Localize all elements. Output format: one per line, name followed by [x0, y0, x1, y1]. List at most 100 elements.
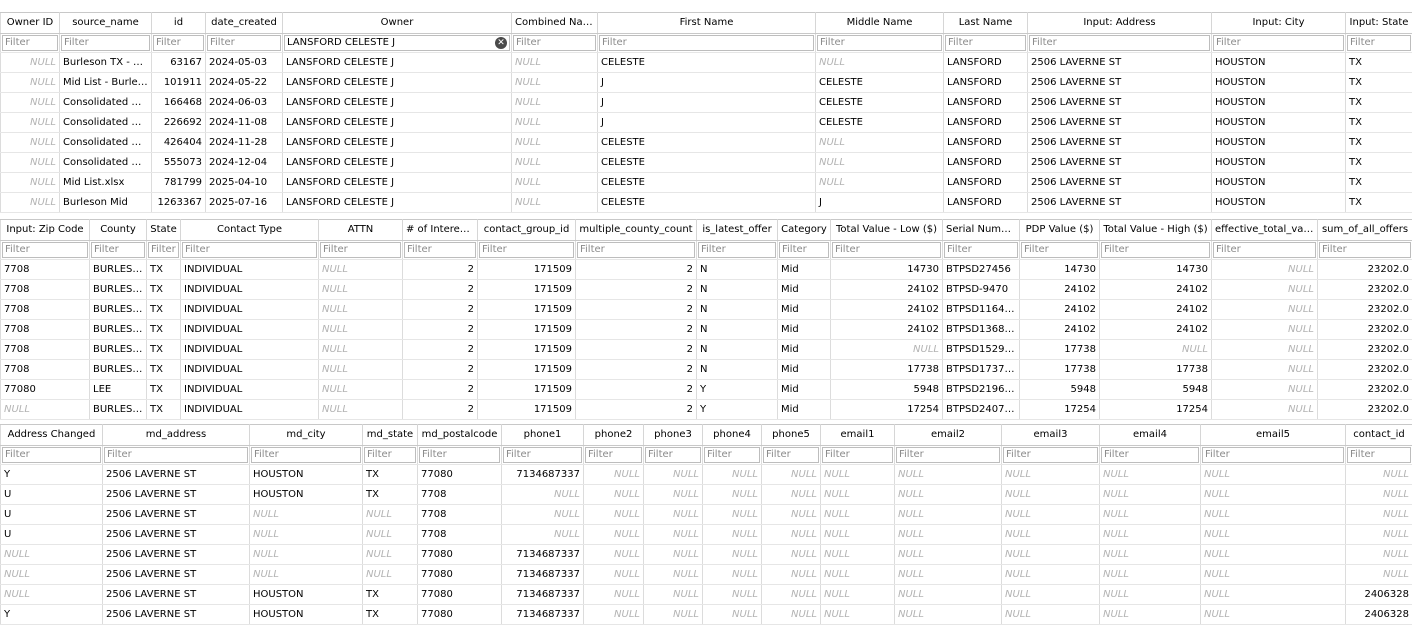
null-cell[interactable]: NULL — [643, 564, 703, 585]
filter-input-md-postalcode[interactable]: Filter — [419, 447, 500, 463]
filter-input-md-address[interactable]: Filter — [104, 447, 248, 463]
null-cell[interactable]: NULL — [511, 52, 598, 73]
null-cell[interactable]: NULL — [815, 152, 944, 173]
column-header-multiple-county-count[interactable]: multiple_county_count — [575, 219, 697, 241]
cell-source-name[interactable]: Burleson Mid — [59, 192, 152, 213]
cell-owner[interactable]: LANSFORD CELESTE J — [282, 112, 512, 133]
filter-input-sum-of-all-offers[interactable]: Filter — [1319, 242, 1411, 258]
filter-input-phone2[interactable]: Filter — [585, 447, 642, 463]
cell-of-interests[interactable]: 2 — [402, 339, 478, 360]
table-row[interactable]: 7708 BURLESON TX INDIVIDUAL NULL 2 171509 2 N Mid… — [0, 359, 1412, 380]
null-cell[interactable]: NULL — [894, 464, 1002, 485]
cell-source-name[interactable]: Consolidated Mid... — [59, 92, 152, 113]
cell-id[interactable]: 166468 — [151, 92, 206, 113]
table-row[interactable]: 7708 BURLESON TX INDIVIDUAL NULL 2 171509 2 N Mid… — [0, 279, 1412, 300]
cell-last-name[interactable]: LANSFORD — [943, 172, 1028, 193]
null-cell[interactable]: NULL — [318, 299, 403, 320]
null-cell[interactable]: NULL — [894, 604, 1002, 625]
cell-county[interactable]: LEE — [89, 379, 147, 400]
cell-total-value-high[interactable]: 24102 — [1099, 299, 1212, 320]
cell-md-postalcode[interactable]: 7708 — [417, 484, 502, 505]
filter-input-pdp-value[interactable]: Filter — [1021, 242, 1098, 258]
null-cell[interactable]: NULL — [318, 359, 403, 380]
null-cell[interactable]: NULL — [1200, 544, 1346, 565]
cell-pdp-value[interactable]: 24102 — [1019, 319, 1100, 340]
column-header-total-value-high[interactable]: Total Value - High ($) — [1099, 219, 1212, 241]
null-cell[interactable]: NULL — [761, 584, 821, 605]
filter-input-phone1[interactable]: Filter — [503, 447, 582, 463]
cell-serial-number[interactable]: BTPSD116465 — [942, 299, 1020, 320]
column-header-last-name[interactable]: Last Name — [943, 12, 1028, 34]
cell-md-address[interactable]: 2506 LAVERNE ST — [102, 524, 250, 545]
cell-input-address[interactable]: 2506 LAVERNE ST — [1027, 112, 1212, 133]
filter-input-phone3[interactable]: Filter — [645, 447, 701, 463]
cell-contact-type[interactable]: INDIVIDUAL — [180, 259, 319, 280]
null-cell[interactable]: NULL — [1099, 464, 1201, 485]
cell-pdp-value[interactable]: 24102 — [1019, 279, 1100, 300]
column-header-md-state[interactable]: md_state — [362, 424, 418, 446]
null-cell[interactable]: NULL — [820, 544, 895, 565]
null-cell[interactable]: NULL — [1099, 504, 1201, 525]
null-cell[interactable]: NULL — [761, 564, 821, 585]
null-cell[interactable]: NULL — [1211, 339, 1318, 360]
filter-input-email3[interactable]: Filter — [1003, 447, 1098, 463]
cell-category[interactable]: Mid — [777, 379, 831, 400]
null-cell[interactable]: NULL — [761, 544, 821, 565]
cell-is-latest-offer[interactable]: N — [696, 359, 778, 380]
filter-input-county[interactable]: Filter — [91, 242, 145, 258]
null-cell[interactable]: NULL — [702, 564, 762, 585]
filter-input-effective-total-value[interactable]: Filter — [1213, 242, 1316, 258]
cell-of-interests[interactable]: 2 — [402, 279, 478, 300]
cell-contact-id[interactable]: 2406328 — [1345, 584, 1412, 605]
null-cell[interactable]: NULL — [0, 192, 60, 213]
column-header-input-zip-code[interactable]: Input: Zip Code — [0, 219, 90, 241]
cell-input-state[interactable]: TX — [1345, 192, 1412, 213]
cell-is-latest-offer[interactable]: Y — [696, 399, 778, 420]
cell-input-zip-code[interactable]: 7708 — [0, 259, 90, 280]
cell-state[interactable]: TX — [146, 259, 181, 280]
null-cell[interactable]: NULL — [643, 584, 703, 605]
filter-input-category[interactable]: Filter — [779, 242, 829, 258]
null-cell[interactable]: NULL — [583, 484, 644, 505]
cell-input-city[interactable]: HOUSTON — [1211, 192, 1346, 213]
cell-county[interactable]: BURLESON — [89, 359, 147, 380]
cell-md-address[interactable]: 2506 LAVERNE ST — [102, 544, 250, 565]
cell-of-interests[interactable]: 2 — [402, 319, 478, 340]
cell-category[interactable]: Mid — [777, 299, 831, 320]
null-cell[interactable]: NULL — [1001, 564, 1100, 585]
cell-date-created[interactable]: 2025-04-10 — [205, 172, 283, 193]
cell-date-created[interactable]: 2024-11-08 — [205, 112, 283, 133]
cell-last-name[interactable]: LANSFORD — [943, 72, 1028, 93]
filter-input-total-value-high[interactable]: Filter — [1101, 242, 1210, 258]
cell-input-zip-code[interactable]: 7708 — [0, 279, 90, 300]
cell-total-value-high[interactable]: 17254 — [1099, 399, 1212, 420]
null-cell[interactable]: NULL — [643, 504, 703, 525]
cell-is-latest-offer[interactable]: N — [696, 319, 778, 340]
cell-serial-number[interactable]: BTPSD152922 — [942, 339, 1020, 360]
null-cell[interactable]: NULL — [501, 484, 584, 505]
null-cell[interactable]: NULL — [249, 564, 363, 585]
null-cell[interactable]: NULL — [761, 464, 821, 485]
null-cell[interactable]: NULL — [501, 504, 584, 525]
null-cell[interactable]: NULL — [318, 319, 403, 340]
null-cell[interactable]: NULL — [815, 172, 944, 193]
filter-input-md-state[interactable]: Filter — [364, 447, 416, 463]
cell-contact-group-id[interactable]: 171509 — [477, 359, 576, 380]
null-cell[interactable]: NULL — [702, 604, 762, 625]
cell-last-name[interactable]: LANSFORD — [943, 112, 1028, 133]
null-cell[interactable]: NULL — [1099, 604, 1201, 625]
cell-owner[interactable]: LANSFORD CELESTE J — [282, 172, 512, 193]
table-row[interactable]: NULL 2506 LAVERNE ST HOUSTON TX 77080 7134687… — [0, 584, 1412, 605]
cell-contact-group-id[interactable]: 171509 — [477, 339, 576, 360]
cell-id[interactable]: 1263367 — [151, 192, 206, 213]
column-header-email3[interactable]: email3 — [1001, 424, 1100, 446]
filter-input-state[interactable]: Filter — [148, 242, 179, 258]
null-cell[interactable]: NULL — [1211, 279, 1318, 300]
null-cell[interactable]: NULL — [318, 399, 403, 420]
null-cell[interactable]: NULL — [0, 564, 103, 585]
cell-total-value-high[interactable]: 17738 — [1099, 359, 1212, 380]
null-cell[interactable]: NULL — [1200, 484, 1346, 505]
cell-input-state[interactable]: TX — [1345, 72, 1412, 93]
null-cell[interactable]: NULL — [583, 564, 644, 585]
filter-input-email1[interactable]: Filter — [822, 447, 893, 463]
